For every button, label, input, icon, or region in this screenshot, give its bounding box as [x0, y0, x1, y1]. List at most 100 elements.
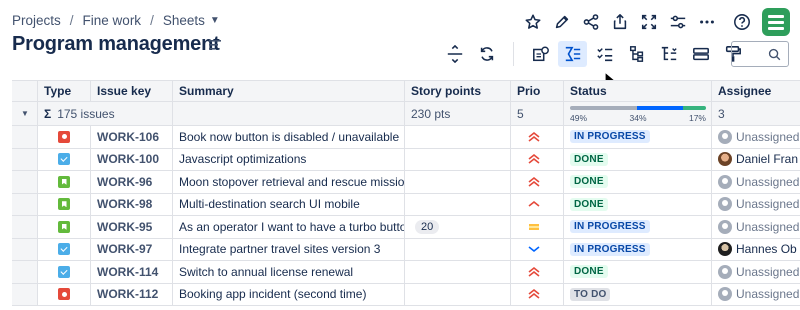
status-cell[interactable]: DONE: [564, 148, 712, 170]
row-gutter[interactable]: [12, 171, 38, 193]
assignee-cell[interactable]: Unassigned: [712, 194, 800, 216]
export-button[interactable]: [605, 8, 634, 36]
row-gutter[interactable]: [12, 216, 38, 238]
status-badge[interactable]: DONE: [570, 265, 608, 279]
status-cell[interactable]: DONE: [564, 261, 712, 283]
issue-key-cell[interactable]: WORK-114: [91, 261, 173, 283]
hierarchy-button[interactable]: [622, 41, 651, 67]
prio-cell[interactable]: [511, 126, 564, 148]
sum-button[interactable]: [558, 41, 587, 67]
chevron-down-icon[interactable]: ▼: [21, 109, 29, 118]
issue-key-cell[interactable]: WORK-100: [91, 148, 173, 170]
type-cell[interactable]: [38, 171, 91, 193]
type-cell[interactable]: [38, 216, 91, 238]
issue-key-cell[interactable]: WORK-97: [91, 238, 173, 260]
column-header-summary[interactable]: Summary: [173, 81, 405, 101]
rows-button[interactable]: [686, 41, 715, 67]
prio-cell[interactable]: [511, 283, 564, 305]
issue-key[interactable]: WORK-98: [97, 197, 152, 211]
prio-cell[interactable]: [511, 216, 564, 238]
story-points-cell[interactable]: [405, 126, 511, 148]
assignee-cell[interactable]: Unassigned: [712, 284, 800, 306]
tree-button[interactable]: [654, 41, 683, 67]
status-cell[interactable]: DONE: [564, 171, 712, 193]
type-cell[interactable]: [38, 261, 91, 283]
status-badge[interactable]: TO DO: [570, 287, 611, 301]
card-view-button[interactable]: [526, 41, 555, 67]
column-header-story-points[interactable]: Story points: [405, 81, 511, 101]
row-gutter[interactable]: [12, 193, 38, 215]
assignee-cell[interactable]: Daniel Fran: [712, 149, 800, 171]
status-badge[interactable]: IN PROGRESS: [570, 130, 650, 144]
prio-cell[interactable]: [511, 261, 564, 283]
status-badge[interactable]: IN PROGRESS: [570, 242, 650, 256]
type-cell[interactable]: [38, 238, 91, 260]
breadcrumb-section[interactable]: Sheets: [163, 13, 205, 28]
status-badge[interactable]: DONE: [570, 175, 608, 189]
issue-key-cell[interactable]: WORK-106: [91, 126, 173, 148]
row-gutter[interactable]: [12, 261, 38, 283]
status-badge[interactable]: IN PROGRESS: [570, 220, 650, 234]
row-height-button[interactable]: [440, 41, 469, 67]
story-points-cell[interactable]: [405, 283, 511, 305]
column-header-status[interactable]: Status: [564, 81, 712, 101]
row-gutter[interactable]: [12, 283, 38, 305]
row-gutter[interactable]: [12, 238, 38, 260]
table-row[interactable]: WORK-106 Book now button is disabled / un…: [12, 126, 800, 149]
column-header-assignee[interactable]: Assignee: [712, 81, 800, 101]
summary-cell[interactable]: Integrate partner travel sites version 3: [173, 238, 405, 260]
more-button[interactable]: [692, 8, 721, 36]
refresh-button[interactable]: [472, 41, 501, 67]
edit-button[interactable]: [547, 8, 576, 36]
table-row[interactable]: WORK-112 Booking app incident (second tim…: [12, 283, 800, 306]
table-row[interactable]: WORK-98 Multi-destination search UI mobil…: [12, 193, 800, 216]
column-header-issue-key[interactable]: Issue key: [91, 81, 173, 101]
checklist-button[interactable]: [590, 41, 619, 67]
status-cell[interactable]: TO DO: [564, 283, 712, 305]
issue-key[interactable]: WORK-114: [97, 265, 158, 279]
issue-key[interactable]: WORK-106: [97, 130, 159, 144]
table-row[interactable]: WORK-114 Switch to annual license renewal…: [12, 261, 800, 284]
summary-cell[interactable]: Switch to annual license renewal: [173, 261, 405, 283]
breadcrumb-project[interactable]: Fine work: [83, 13, 142, 28]
type-cell[interactable]: [38, 283, 91, 305]
table-row[interactable]: WORK-100 Javascript optimizations DONE Dani…: [12, 148, 800, 171]
status-cell[interactable]: IN PROGRESS: [564, 238, 712, 260]
breadcrumb-projects[interactable]: Projects: [12, 13, 61, 28]
story-points-cell[interactable]: [405, 238, 511, 260]
issue-key-cell[interactable]: WORK-96: [91, 171, 173, 193]
status-cell[interactable]: IN PROGRESS: [564, 126, 712, 148]
table-row[interactable]: WORK-95 As an operator I want to have a t…: [12, 216, 800, 239]
type-cell[interactable]: [38, 193, 91, 215]
assignee-cell[interactable]: Unassigned: [712, 261, 800, 283]
issue-key[interactable]: WORK-112: [97, 287, 158, 301]
summary-cell[interactable]: Booking app incident (second time): [173, 283, 405, 305]
issue-key-cell[interactable]: WORK-112: [91, 283, 173, 305]
fullscreen-button[interactable]: [634, 8, 663, 36]
prio-cell[interactable]: [511, 238, 564, 260]
search-input[interactable]: [736, 45, 770, 63]
issue-key[interactable]: WORK-97: [97, 242, 152, 256]
assignee-cell[interactable]: Hannes Ob: [712, 239, 800, 261]
type-cell[interactable]: [38, 126, 91, 148]
chevron-down-icon[interactable]: ▼: [210, 15, 220, 26]
collapse-toggle[interactable]: ▼: [12, 102, 38, 125]
type-cell[interactable]: [38, 148, 91, 170]
search-box[interactable]: [731, 41, 789, 67]
filter-lines-icon[interactable]: [208, 39, 222, 51]
story-points-cell[interactable]: [405, 148, 511, 170]
summary-cell[interactable]: Javascript optimizations: [173, 148, 405, 170]
assignee-cell[interactable]: Unassigned: [712, 171, 800, 193]
status-cell[interactable]: DONE: [564, 193, 712, 215]
assignee-cell[interactable]: Unassigned: [712, 216, 800, 238]
star-button[interactable]: [518, 8, 547, 36]
row-gutter[interactable]: [12, 148, 38, 170]
issue-key[interactable]: WORK-95: [97, 220, 152, 234]
app-logo[interactable]: [762, 8, 790, 36]
story-points-cell[interactable]: [405, 171, 511, 193]
summary-cell[interactable]: Moon stopover retrieval and rescue missi…: [173, 171, 405, 193]
table-row[interactable]: WORK-96 Moon stopover retrieval and rescu…: [12, 171, 800, 194]
table-row[interactable]: WORK-97 Integrate partner travel sites ve…: [12, 238, 800, 261]
status-cell[interactable]: IN PROGRESS: [564, 216, 712, 238]
prio-cell[interactable]: [511, 193, 564, 215]
